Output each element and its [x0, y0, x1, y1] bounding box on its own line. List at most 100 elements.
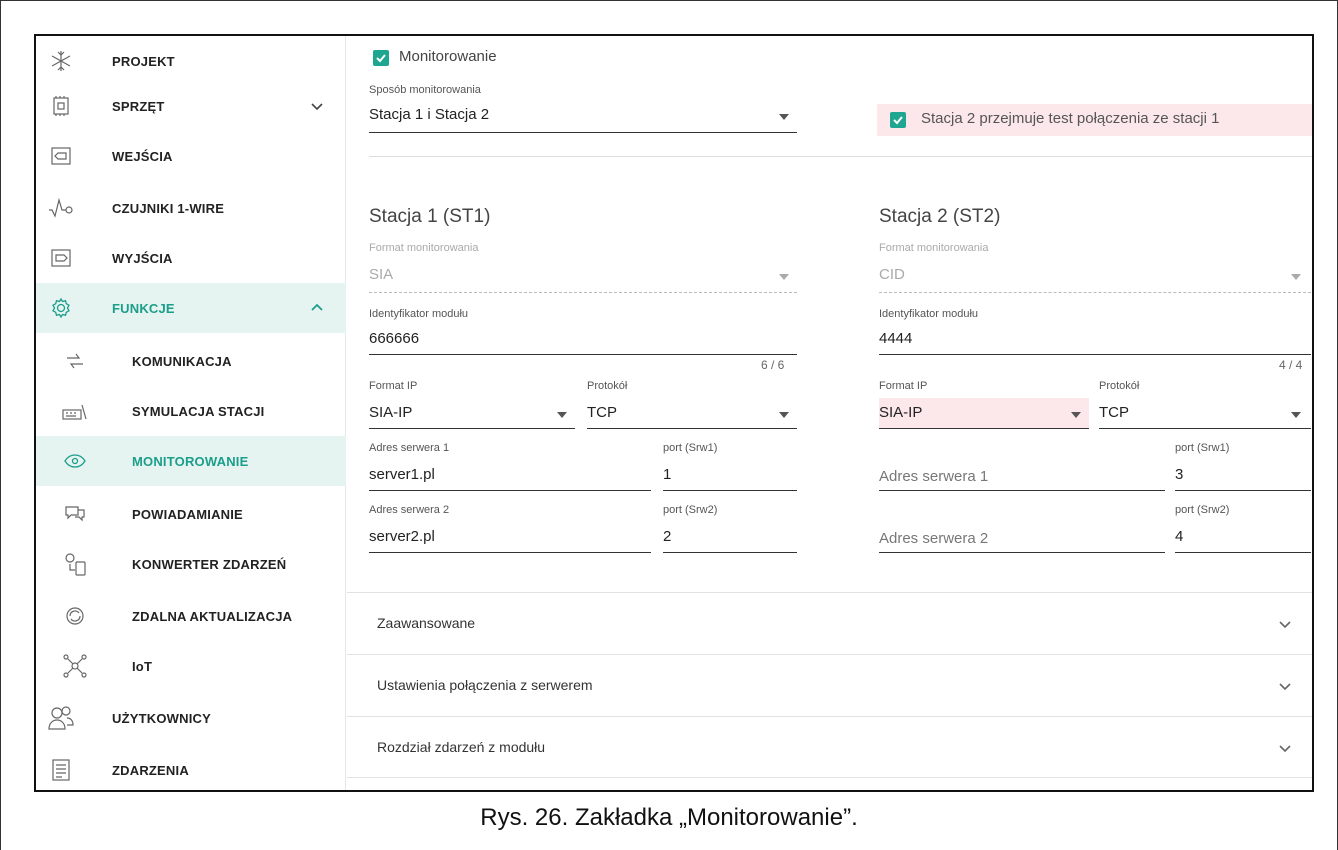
dropdown-arrow-icon[interactable]: [779, 114, 789, 120]
sidebar-item-label: WYJŚCIA: [112, 250, 173, 266]
sidebar-item-label: MONITOROWANIE: [132, 453, 249, 469]
app-screenshot: PROJEKT SPRZĘT WEJŚCIA CZUJNIKI 1-WIRE W…: [34, 34, 1314, 792]
dropdown-arrow-icon[interactable]: [1291, 412, 1301, 418]
chevron-down-icon[interactable]: [1276, 615, 1294, 633]
sidebar-item-label: UŻYTKOWNICY: [112, 710, 211, 726]
sidebar-item-czujniki-1-wire[interactable]: CZUJNIKI 1-WIRE: [36, 183, 346, 233]
st2-format-value[interactable]: CID: [879, 266, 905, 283]
st2-port2-input[interactable]: 4: [1175, 528, 1183, 545]
st2-format-underline: [879, 292, 1311, 293]
method-select-value[interactable]: Stacja 1 i Stacja 2: [369, 106, 489, 123]
sidebar-item-label: ZDARZENIA: [112, 762, 189, 778]
dropdown-arrow-icon[interactable]: [1291, 274, 1301, 280]
monitoring-checkbox[interactable]: [373, 50, 389, 66]
sidebar-item-symulacja-stacji[interactable]: SYMULACJA STACJI: [36, 386, 346, 436]
st1-ipformat-label: Format IP: [369, 380, 418, 392]
st1-port2-underline: [663, 552, 797, 553]
input-icon: [48, 143, 74, 169]
st2-format-label: Format monitorowania: [879, 242, 989, 254]
takeover-checkbox[interactable]: [890, 112, 906, 128]
st2-id-underline: [879, 354, 1311, 355]
document-frame-left: [0, 0, 1, 850]
accordion-ustawienia-polaczenia[interactable]: Ustawienia połączenia z serwerem: [347, 654, 1312, 716]
sidebar-item-label: CZUJNIKI 1-WIRE: [112, 200, 225, 216]
st1-port1-input[interactable]: 1: [663, 466, 671, 483]
sensor-wave-icon: [48, 195, 74, 221]
st1-protocol-value[interactable]: TCP: [587, 404, 617, 421]
sidebar-item-projekt[interactable]: PROJEKT: [36, 36, 346, 86]
st1-port2-label: port (Srw2): [663, 504, 718, 516]
st1-srv2-label: Adres serwera 2: [369, 504, 450, 516]
sidebar-item-label: SYMULACJA STACJI: [132, 403, 265, 419]
st1-protocol-underline: [587, 428, 797, 429]
sidebar-item-zdalna-aktualizacja[interactable]: ZDALNA AKTUALIZACJA: [36, 591, 346, 641]
st2-id-counter: 4 / 4: [1279, 358, 1303, 372]
st2-srv2-input[interactable]: Adres serwera 2: [879, 530, 988, 547]
sidebar-item-monitorowanie[interactable]: MONITOROWANIE: [36, 436, 346, 486]
dropdown-arrow-icon[interactable]: [1071, 412, 1081, 418]
divider: [369, 156, 1312, 157]
st2-ipformat-value[interactable]: SIA-IP: [879, 404, 922, 421]
st1-srv2-underline: [369, 552, 651, 553]
network-icon: [62, 653, 88, 679]
chevron-down-icon[interactable]: [308, 97, 326, 115]
main-panel: Monitorowanie Sposób monitorowania Stacj…: [347, 36, 1312, 790]
chevron-down-icon[interactable]: [1276, 739, 1294, 757]
sidebar-item-wejscia[interactable]: WEJŚCIA: [36, 131, 346, 181]
sidebar: PROJEKT SPRZĘT WEJŚCIA CZUJNIKI 1-WIRE W…: [36, 36, 346, 790]
method-select-underline: [369, 132, 797, 133]
st1-id-input[interactable]: 666666: [369, 330, 419, 347]
sidebar-item-zdarzenia[interactable]: ZDARZENIA: [36, 745, 346, 790]
st1-srv1-input[interactable]: server1.pl: [369, 466, 435, 483]
takeover-checkbox-label: Stacja 2 przejmuje test połączenia ze st…: [921, 110, 1220, 127]
st2-ipformat-underline: [879, 428, 1089, 429]
sidebar-item-komunikacja[interactable]: KOMUNIKACJA: [36, 336, 346, 386]
st1-format-underline: [369, 292, 797, 293]
accordion-title: Rozdział zdarzeń z modułu: [377, 739, 546, 755]
keyboard-icon: [62, 398, 88, 424]
dropdown-arrow-icon[interactable]: [779, 412, 789, 418]
chevron-down-icon[interactable]: [1276, 677, 1294, 695]
st2-port1-input[interactable]: 3: [1175, 466, 1183, 483]
chevron-up-icon[interactable]: [308, 299, 326, 317]
st2-id-label: Identyfikator modułu: [879, 308, 979, 320]
sidebar-item-label: KONWERTER ZDARZEŃ: [132, 556, 287, 572]
st1-ipformat-value[interactable]: SIA-IP: [369, 404, 412, 421]
sidebar-item-powiadamianie[interactable]: POWIADAMIANIE: [36, 489, 346, 539]
accordion-title: Zaawansowane: [377, 615, 476, 631]
st2-srv1-input[interactable]: Adres serwera 1: [879, 468, 988, 485]
st1-srv1-underline: [369, 490, 651, 491]
sidebar-item-uzytkownicy[interactable]: UŻYTKOWNICY: [36, 693, 346, 743]
st2-srv1-underline: [879, 490, 1165, 491]
gear-icon: [48, 295, 74, 321]
accordion-rozdzial-zdarzen[interactable]: Rozdział zdarzeń z modułu: [347, 716, 1312, 778]
sidebar-item-funkcje[interactable]: FUNKCJE: [36, 283, 346, 333]
st1-port2-input[interactable]: 2: [663, 528, 671, 545]
dropdown-arrow-icon[interactable]: [779, 274, 789, 280]
st2-id-input[interactable]: 4444: [879, 330, 912, 347]
st1-port1-underline: [663, 490, 797, 491]
st1-protocol-label: Protokół: [587, 380, 628, 392]
st2-protocol-value[interactable]: TCP: [1099, 404, 1129, 421]
users-icon: [48, 705, 74, 731]
sidebar-item-iot[interactable]: IoT: [36, 641, 346, 691]
st1-format-label: Format monitorowania: [369, 242, 479, 254]
st1-id-label: Identyfikator modułu: [369, 308, 469, 320]
chip-icon: [48, 93, 74, 119]
st2-protocol-label: Protokół: [1099, 380, 1140, 392]
output-icon: [48, 245, 74, 271]
chat-icon: [62, 501, 88, 527]
st2-title: Stacja 2 (ST2): [879, 206, 1001, 227]
sidebar-item-label: IoT: [132, 658, 153, 674]
accordion-zaawansowane[interactable]: Zaawansowane: [347, 592, 1312, 654]
sidebar-item-label: PROJEKT: [112, 53, 175, 69]
st1-srv2-input[interactable]: server2.pl: [369, 528, 435, 545]
converter-icon: [62, 551, 88, 577]
dropdown-arrow-icon[interactable]: [557, 412, 567, 418]
sidebar-item-konwerter-zdarzen[interactable]: KONWERTER ZDARZEŃ: [36, 539, 346, 589]
sidebar-item-sprzet[interactable]: SPRZĘT: [36, 81, 346, 131]
st1-format-value[interactable]: SIA: [369, 266, 393, 283]
sidebar-item-wyjscia[interactable]: WYJŚCIA: [36, 233, 346, 283]
accordion-title: Ustawienia połączenia z serwerem: [377, 677, 593, 693]
sidebar-item-label: KOMUNIKACJA: [132, 353, 232, 369]
